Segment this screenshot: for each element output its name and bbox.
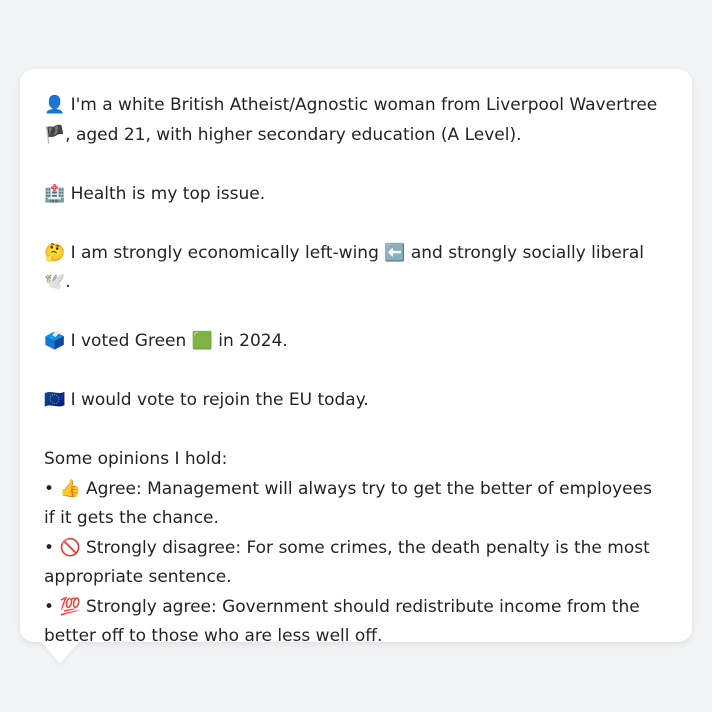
hospital-icon: 🏥 xyxy=(44,183,66,204)
hundred-points-icon: 💯 xyxy=(59,596,81,617)
ballot-box-icon: 🗳️ xyxy=(44,331,66,351)
opinion-item: • 🚫 Strongly disagree: For some crimes, … xyxy=(44,534,668,593)
opinion-text: Agree: Management will always try to get… xyxy=(44,478,652,529)
vote-text: I voted Green 🟩 in 2024. xyxy=(65,331,288,351)
opinion-text: Strongly agree: Government should redist… xyxy=(44,596,640,647)
prohibited-icon: 🚫 xyxy=(59,537,81,558)
thumbs-up-icon: 👍 xyxy=(59,478,81,499)
thinking-face-icon: 🤔 xyxy=(44,242,66,263)
politics-line: 🤔 I am strongly economically left-wing ⬅… xyxy=(44,239,668,298)
eu-text: I would vote to rejoin the EU today. xyxy=(65,390,369,410)
health-line: 🏥 Health is my top issue. xyxy=(44,180,668,210)
person-icon: 👤 xyxy=(44,95,66,115)
opinion-item: • 👍 Agree: Management will always try to… xyxy=(44,475,668,534)
vote-line: 🗳️ I voted Green 🟩 in 2024. xyxy=(44,327,668,357)
opinions-heading: Some opinions I hold: xyxy=(44,449,228,469)
opinion-text: Strongly disagree: For some crimes, the … xyxy=(44,537,650,588)
eu-line: 🇪🇺 I would vote to rejoin the EU today. xyxy=(44,386,668,416)
opinion-item: • 💯 Strongly agree: Government should re… xyxy=(44,593,668,652)
bubble-tail xyxy=(40,641,80,663)
bullet: • xyxy=(44,478,60,499)
politics-text: I am strongly economically left-wing ⬅️ … xyxy=(44,242,645,293)
bullet: • xyxy=(44,596,60,617)
bullet: • xyxy=(44,537,60,558)
eu-flag-icon: 🇪🇺 xyxy=(44,390,66,410)
intro-line: 👤 I'm a white British Atheist/Agnostic w… xyxy=(44,91,668,150)
health-text: Health is my top issue. xyxy=(65,183,266,204)
chat-message-bubble: 👤 I'm a white British Atheist/Agnostic w… xyxy=(20,69,692,646)
intro-text: I'm a white British Atheist/Agnostic wom… xyxy=(44,95,658,145)
